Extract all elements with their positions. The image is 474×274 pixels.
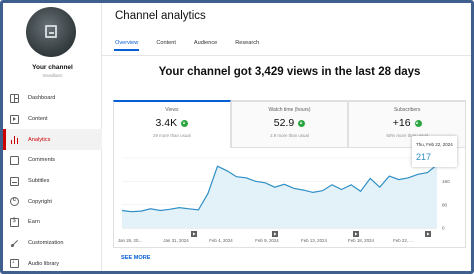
sidebar-item-audio-library[interactable]: Audio library [3, 254, 102, 272]
x-tick-label: Feb 4, 2024 [209, 238, 233, 243]
summary-headline: Your channel got 3,429 views in the last… [158, 66, 421, 78]
sidebar-item-label: Dashboard [28, 95, 56, 102]
sidebar-item-label: Content [28, 116, 48, 123]
sidebar-item-content[interactable]: Content [3, 109, 102, 130]
trend-up-icon [298, 119, 306, 127]
y-tick-label: 0 [442, 226, 445, 231]
tooltip-date: Thu, Feb 22, 2024 [416, 142, 453, 147]
content-icon [10, 114, 19, 124]
sidebar-item-copyright[interactable]: Copyright [3, 191, 102, 212]
subtitles-icon [10, 176, 19, 186]
metric-note: 29 more than usual [153, 133, 191, 138]
sidebar-item-label: Copyright [28, 198, 52, 205]
x-tick-label: Feb 13, 2024 [301, 238, 327, 243]
tooltip-value: 217 [416, 152, 432, 162]
audio-library-icon [10, 258, 19, 269]
sidebar-item-label: Comments [28, 157, 56, 164]
tab-content[interactable]: Content [156, 40, 176, 51]
sidebar-item-label: Analytics [28, 136, 51, 143]
metric-value: 3.4K [155, 117, 178, 129]
channel-avatar[interactable] [26, 7, 76, 57]
channel-name: Your channel [32, 64, 73, 71]
chart-tooltip: Thu, Feb 22, 2024 217 [412, 136, 457, 167]
metric-value: 52.9 [273, 117, 295, 129]
tab-overview[interactable]: Overview [113, 40, 140, 51]
channel-handle: Insedbarn [42, 73, 63, 78]
dashboard-icon [10, 93, 19, 103]
metric-card-views[interactable]: Views 3.4K 29 more than usual [113, 100, 231, 148]
main-content: Channel analytics Overview Content Audie… [102, 3, 471, 271]
sidebar-item-label: Subtitles [28, 178, 50, 185]
sidebar-item-comments[interactable]: Comments [3, 150, 102, 171]
metric-value: +16 [392, 117, 411, 129]
sidebar-item-dashboard[interactable]: Dashboard [3, 88, 102, 109]
x-tick-label: Feb 9, 2024 [255, 238, 279, 243]
earn-icon [10, 217, 19, 227]
trend-up-icon [181, 119, 189, 127]
x-tick-label: Feb 18, 2024 [348, 238, 374, 243]
y-tick-label: 160 [442, 179, 450, 184]
sidebar-item-label: Earn [28, 219, 40, 226]
sidebar-item-label: Customization [28, 240, 64, 247]
chart-area [122, 164, 437, 228]
tabs-divider [102, 55, 471, 56]
chart-x-labels: Jan 26, 20... Jan 31, 2024 Feb 4, 2024 Feb … [118, 238, 413, 243]
metric-label: Subscribers [393, 107, 421, 113]
comments-icon [10, 155, 19, 165]
x-tick-label: Jan 31, 2024 [163, 238, 189, 243]
customization-icon [10, 239, 19, 248]
chart-markers [191, 231, 431, 237]
sidebar-item-subtitles[interactable]: Subtitles [3, 171, 102, 192]
edit-icon [45, 25, 57, 38]
trend-up-icon [414, 119, 422, 127]
x-tick-label: Feb 22, ... [393, 238, 413, 243]
metric-label: Watch time (hours) [268, 107, 311, 113]
sidebar-item-customization[interactable]: Customization [3, 233, 102, 254]
metric-card-watch-time[interactable]: Watch time (hours) 52.9 2.9 more than us… [230, 100, 349, 148]
page-title: Channel analytics [115, 10, 206, 22]
sidebar-item-earn[interactable]: Earn [3, 212, 102, 233]
sidebar: Your channel Insedbarn Dashboard Content… [3, 3, 102, 272]
tab-research[interactable]: Research [235, 40, 259, 51]
metric-note: 2.9 more than usual [270, 133, 309, 138]
sidebar-nav: Dashboard Content Analytics Comments Sub… [3, 88, 102, 272]
see-more-link[interactable]: SEE MORE [121, 255, 151, 261]
y-tick-label: 80 [442, 202, 448, 207]
analytics-tabs: Overview Content Audience Research [113, 40, 277, 51]
tab-audience[interactable]: Audience [194, 40, 217, 51]
x-tick-label: Jan 26, 20... [118, 238, 142, 243]
app-window: Your channel Insedbarn Dashboard Content… [0, 0, 474, 274]
sidebar-item-analytics[interactable]: Analytics [3, 129, 102, 151]
analytics-icon [10, 135, 19, 145]
copyright-icon [10, 197, 19, 207]
metric-label: Views [165, 107, 179, 113]
sidebar-item-label: Audio library [28, 260, 60, 267]
